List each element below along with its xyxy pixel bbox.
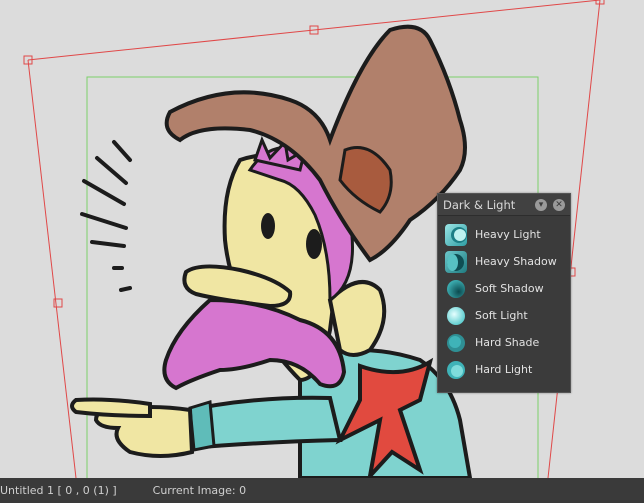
status-current-image: Current Image: 0 [152,484,247,497]
soft-light-icon [445,305,467,327]
effect-list: Heavy Light Heavy Shadow Soft Shadow Sof… [438,216,570,383]
effect-item-soft-light[interactable]: Soft Light [438,302,570,329]
effect-label: Soft Shadow [475,282,544,295]
effect-item-soft-shadow[interactable]: Soft Shadow [438,275,570,302]
panel-title: Dark & Light [443,197,516,212]
effect-item-hard-light[interactable]: Hard Light [438,356,570,383]
heavy-shadow-icon [445,250,467,273]
dark-light-panel: Dark & Light ▾ ✕ Heavy Light Heavy Shado… [437,193,571,393]
effect-item-hard-shade[interactable]: Hard Shade [438,329,570,356]
panel-close-icon[interactable]: ✕ [553,198,565,211]
effect-label: Soft Light [475,309,528,322]
effect-label: Hard Light [475,363,533,376]
heavy-light-icon [445,223,467,246]
panel-menu-icon[interactable]: ▾ [535,198,547,211]
effect-label: Heavy Light [475,228,541,241]
hard-light-icon [445,359,467,381]
effect-label: Hard Shade [475,336,540,349]
effect-label: Heavy Shadow [475,255,557,268]
effect-item-heavy-light[interactable]: Heavy Light [438,221,570,248]
soft-shadow-icon [445,278,467,300]
hard-shade-icon [445,332,467,354]
status-document: Untitled 1 [ 0 , 0 (1) ] [0,484,117,497]
status-bar: Untitled 1 [ 0 , 0 (1) ] Current Image: … [0,478,644,503]
panel-header[interactable]: Dark & Light ▾ ✕ [438,194,570,216]
effect-item-heavy-shadow[interactable]: Heavy Shadow [438,248,570,275]
